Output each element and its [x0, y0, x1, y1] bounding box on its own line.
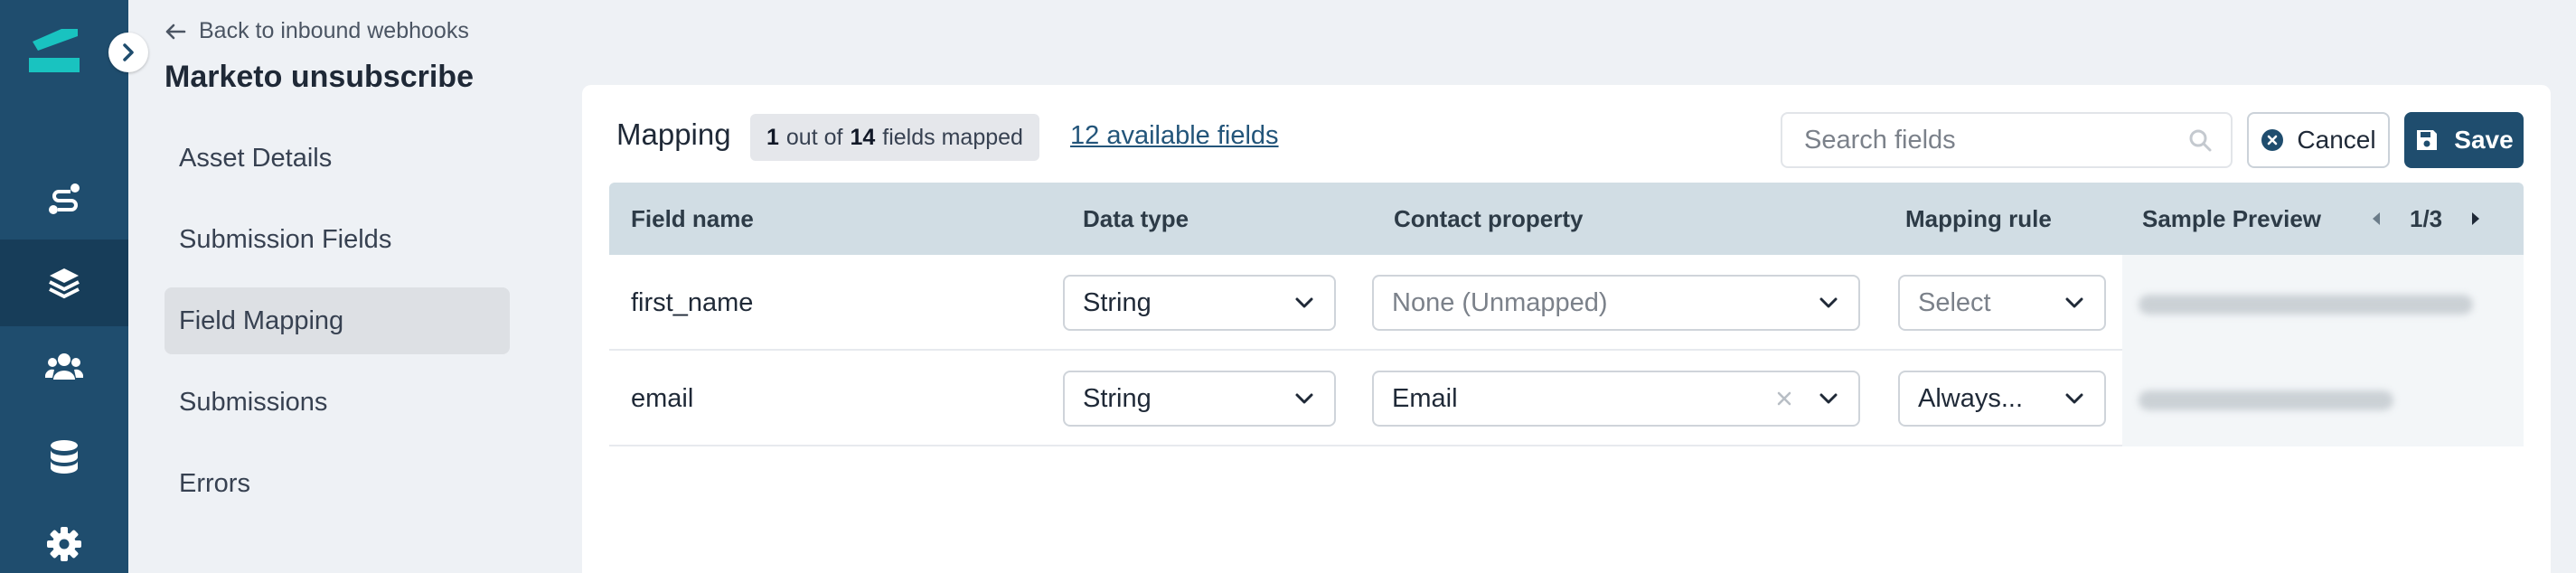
- chevron-down-icon: [2065, 297, 2083, 308]
- preview-pager: 1/3: [2370, 183, 2482, 255]
- app-rail: [0, 0, 128, 573]
- search-field[interactable]: [1781, 112, 2233, 168]
- save-label: Save: [2454, 126, 2514, 154]
- data-type-value: String: [1083, 287, 1152, 317]
- rail-item-contacts[interactable]: [0, 324, 128, 410]
- search-input[interactable]: [1804, 125, 2187, 155]
- sample-preview-cell: [2122, 255, 2524, 351]
- nav-item-submissions[interactable]: Submissions: [165, 369, 510, 436]
- logo-icon[interactable]: [25, 25, 83, 81]
- chevron-down-icon: [1295, 297, 1313, 308]
- data-type-select[interactable]: String: [1063, 371, 1336, 427]
- mapping-panel: Mapping 1 out of 14 fields mapped 12 ava…: [582, 85, 2551, 573]
- available-fields-link[interactable]: 12 available fields: [1070, 121, 1279, 151]
- rail-item-data[interactable]: [0, 414, 128, 501]
- chevron-right-icon: [123, 43, 134, 61]
- caret-right-icon[interactable]: [2469, 211, 2482, 227]
- rail-item-settings[interactable]: [0, 501, 128, 573]
- layers-icon: [49, 268, 80, 299]
- data-type-select[interactable]: String: [1063, 275, 1336, 331]
- contact-property-value: Email: [1392, 383, 1458, 413]
- page-title: Marketo unsubscribe: [165, 60, 474, 94]
- arrow-left-icon: [165, 23, 186, 39]
- table-row: first_name String None (Unmapped) Select: [609, 255, 2524, 351]
- contact-property-value: None (Unmapped): [1392, 287, 1608, 317]
- chevron-down-icon: [1819, 297, 1838, 308]
- journey-icon: [49, 183, 80, 214]
- badge-suffix: fields mapped: [882, 124, 1023, 150]
- users-icon: [45, 353, 83, 380]
- column-header-contact-property: Contact property: [1394, 204, 1584, 232]
- chevron-down-icon: [2065, 393, 2083, 404]
- cancel-button[interactable]: Cancel: [2247, 112, 2390, 168]
- back-link-label: Back to inbound webhooks: [199, 18, 469, 43]
- blurred-sample-value: [2139, 390, 2393, 410]
- rail-item-journeys[interactable]: [0, 155, 128, 242]
- field-name-cell: email: [631, 383, 694, 413]
- badge-out-of: out of: [785, 124, 843, 150]
- table-row: email String Email Always...: [609, 351, 2524, 446]
- sample-preview-cell: [2122, 351, 2524, 446]
- nav-item-field-mapping[interactable]: Field Mapping: [165, 287, 510, 354]
- pager-label: 1/3: [2410, 204, 2443, 232]
- cancel-label: Cancel: [2297, 126, 2376, 154]
- chevron-down-icon: [1819, 393, 1838, 404]
- nav-item-errors[interactable]: Errors: [165, 450, 510, 517]
- search-icon: [2189, 129, 2212, 152]
- column-header-field-name: Field name: [631, 204, 754, 232]
- total-count: 14: [850, 124, 876, 150]
- caret-left-icon[interactable]: [2370, 211, 2383, 227]
- nav-item-asset-details[interactable]: Asset Details: [165, 125, 510, 192]
- mapped-count-badge: 1 out of 14 fields mapped: [750, 114, 1039, 161]
- section-nav: Asset Details Submission Fields Field Ma…: [165, 125, 510, 531]
- data-type-value: String: [1083, 383, 1152, 413]
- clear-icon[interactable]: [1775, 390, 1793, 408]
- chevron-down-icon: [1295, 393, 1313, 404]
- gear-icon: [47, 527, 81, 561]
- mapped-count: 1: [766, 124, 779, 150]
- mapping-rule-value: Select: [1918, 287, 1991, 317]
- column-header-data-type: Data type: [1083, 204, 1189, 232]
- expand-sidebar-button[interactable]: [108, 33, 148, 72]
- field-name-cell: first_name: [631, 287, 754, 317]
- rail-item-assets[interactable]: [0, 240, 128, 326]
- mapping-title: Mapping: [616, 117, 731, 151]
- mapping-rule-select[interactable]: Always...: [1898, 371, 2106, 427]
- database-icon: [51, 440, 78, 474]
- blurred-sample-value: [2139, 295, 2473, 315]
- save-icon: [2417, 130, 2438, 150]
- contact-property-select[interactable]: None (Unmapped): [1372, 275, 1860, 331]
- mapping-rule-select[interactable]: Select: [1898, 275, 2106, 331]
- nav-item-submission-fields[interactable]: Submission Fields: [165, 206, 510, 273]
- column-header-sample-preview: Sample Preview: [2142, 204, 2321, 232]
- mapping-rule-value: Always...: [1918, 383, 2024, 413]
- close-circle-icon: [2261, 129, 2284, 151]
- column-header-mapping-rule: Mapping rule: [1905, 204, 2052, 232]
- back-link[interactable]: Back to inbound webhooks: [165, 18, 469, 44]
- table-header: Field name Data type Contact property Ma…: [609, 183, 2524, 255]
- contact-property-select[interactable]: Email: [1372, 371, 1860, 427]
- save-button[interactable]: Save: [2404, 112, 2524, 168]
- mapping-table: Field name Data type Contact property Ma…: [609, 183, 2524, 446]
